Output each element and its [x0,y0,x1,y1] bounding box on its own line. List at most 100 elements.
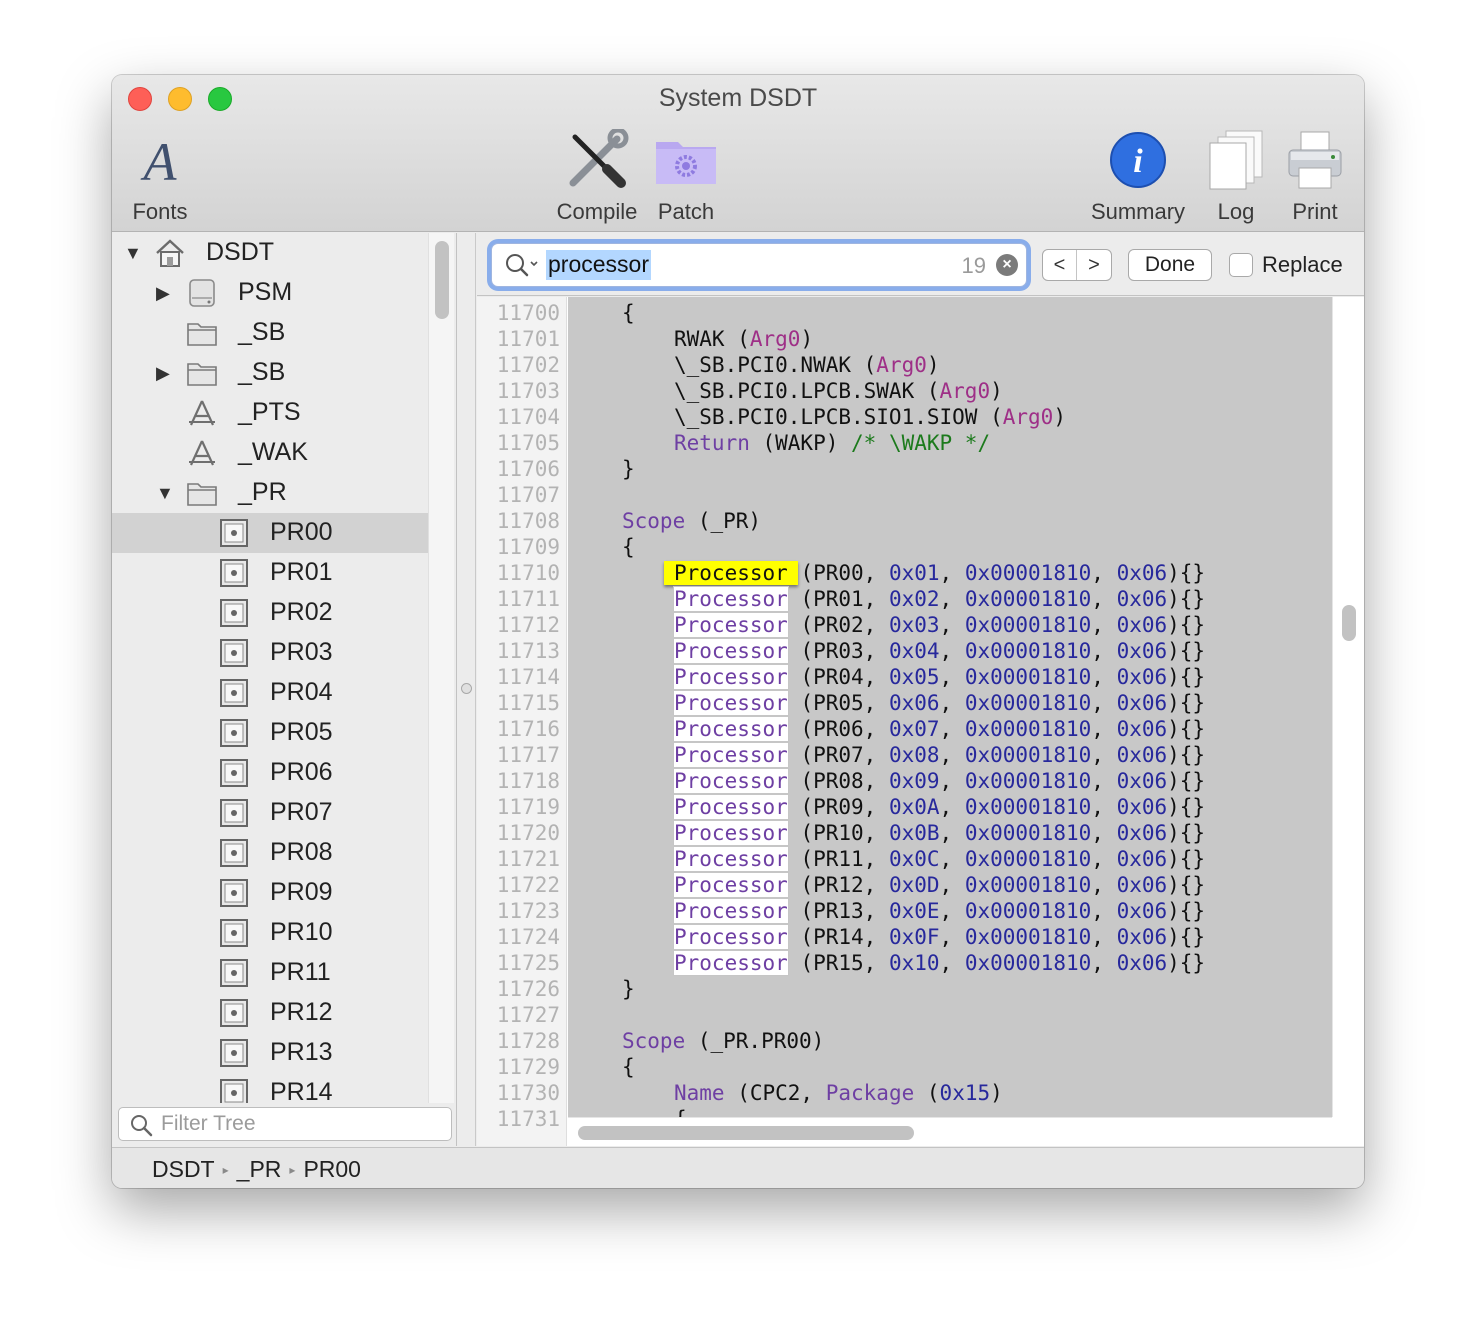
code-line[interactable]: } [622,456,635,482]
tree-row[interactable]: ▶ PSM [112,273,428,313]
code-token: ) [990,1081,1003,1105]
code-token: (PR07, [787,743,889,767]
editor-vertical-scrollbar[interactable] [1332,297,1364,1117]
code-line[interactable]: Return (WAKP) /* \WAKP */ [674,430,990,456]
find-field[interactable]: processor 19 × [491,243,1027,287]
code-line[interactable]: Processor (PR07, 0x08, 0x00001810, 0x06)… [674,742,1205,768]
code-line[interactable]: Processor (PR00, 0x01, 0x00001810, 0x06)… [664,560,1205,586]
divider-handle[interactable] [461,683,472,694]
compile-button[interactable]: Compile [552,127,642,225]
sidebar-scrollbar[interactable] [428,233,454,1103]
done-button[interactable]: Done [1128,249,1212,281]
clear-search-icon[interactable]: × [996,254,1018,276]
code-line[interactable]: Scope (_PR) [622,508,761,534]
sidebar-scroll-thumb[interactable] [435,241,449,319]
breadcrumb-item[interactable]: PR00 [303,1156,361,1183]
code-token: ){} [1167,873,1206,897]
tree-row[interactable]: PR07 [112,793,428,833]
code-line[interactable]: \_SB.PCI0.LPCB.SWAK (Arg0) [674,378,1003,404]
print-button[interactable]: Print [1284,127,1346,225]
folder-icon [186,358,218,388]
tree-row[interactable]: PR06 [112,753,428,793]
code-token: 0x06 [1116,899,1168,923]
replace-checkbox[interactable] [1229,253,1253,277]
code-token: (PR09, [787,795,889,819]
code-line[interactable]: Processor (PR09, 0x0A, 0x00001810, 0x06)… [674,794,1205,820]
tree-row[interactable]: PR02 [112,593,428,633]
disclosure-expanded-icon[interactable]: ▼ [156,483,174,504]
code-line[interactable]: Processor (PR10, 0x0B, 0x00001810, 0x06)… [674,820,1205,846]
code-line[interactable]: Processor (PR03, 0x04, 0x00001810, 0x06)… [674,638,1205,664]
patch-button[interactable]: Patch [652,127,720,225]
editor-vertical-scroll-thumb[interactable] [1342,605,1356,641]
tree-row[interactable]: PR03 [112,633,428,673]
processor-icon [218,958,250,988]
previous-match-button[interactable]: < [1043,250,1078,280]
search-menu-icon[interactable] [504,252,540,283]
next-match-button[interactable]: > [1077,250,1111,280]
code-line[interactable]: { [674,1106,687,1117]
tree-row[interactable]: PR09 [112,873,428,913]
tree-row[interactable]: PR10 [112,913,428,953]
split-view-divider[interactable] [458,233,476,1146]
disclosure-expanded-icon[interactable]: ▼ [124,243,142,264]
breadcrumb-item[interactable]: DSDT [152,1156,215,1183]
tree-row[interactable]: PR11 [112,953,428,993]
fonts-button[interactable]: A Fonts [130,127,190,225]
code-line[interactable]: { [622,534,635,560]
code-line[interactable]: { [622,300,635,326]
code-text-area[interactable]: {RWAK (Arg0) \_SB.PCI0.NWAK (Arg0) \_SB.PC… [568,297,1332,1117]
tree-row[interactable]: _PTS [112,393,428,433]
code-token: 0x06 [1116,561,1168,585]
code-token: (PR10, [787,821,889,845]
code-line[interactable]: Processor (PR02, 0x03, 0x00001810, 0x06)… [674,612,1205,638]
tree-row[interactable]: PR01 [112,553,428,593]
code-line[interactable]: Processor (PR04, 0x05, 0x00001810, 0x06)… [674,664,1205,690]
search-match: Processor [674,639,788,663]
code-line[interactable]: Scope (_PR.PR00) [622,1028,824,1054]
code-line[interactable]: \_SB.PCI0.LPCB.SIO1.SIOW (Arg0) [674,404,1066,430]
code-line[interactable]: RWAK (Arg0) [674,326,813,352]
tree-row[interactable]: ▼ _PR [112,473,428,513]
summary-button[interactable]: i Summary [1086,127,1190,225]
tree-row[interactable]: PR00 [112,513,428,553]
code-line[interactable]: Processor (PR14, 0x0F, 0x00001810, 0x06)… [674,924,1205,950]
tree-row[interactable]: PR08 [112,833,428,873]
code-line[interactable]: { [622,1054,635,1080]
code-token: 0x00001810 [964,587,1092,611]
tree-row[interactable]: PR05 [112,713,428,753]
editor-horizontal-scrollbar[interactable] [568,1117,1332,1146]
tree-row[interactable]: PR04 [112,673,428,713]
code-token: , [1091,821,1117,845]
code-line[interactable]: } [622,976,635,1002]
filter-tree-field[interactable] [118,1107,452,1141]
code-line[interactable]: Processor (PR05, 0x06, 0x00001810, 0x06)… [674,690,1205,716]
code-line[interactable]: Processor (PR08, 0x09, 0x00001810, 0x06)… [674,768,1205,794]
breadcrumb-item[interactable]: _PR [237,1156,282,1183]
code-token: , [1091,665,1117,689]
filter-tree-input[interactable] [161,1111,441,1137]
log-button[interactable]: Log [1206,127,1266,225]
code-editor[interactable]: 11700 11701 11702 11703 11704 11705 11706 11707… [477,297,1364,1146]
code-line[interactable]: Processor (PR11, 0x0C, 0x00001810, 0x06)… [674,846,1205,872]
editor-horizontal-scroll-thumb[interactable] [578,1126,914,1140]
tree-row[interactable]: PR14 [112,1073,428,1103]
tree-row[interactable]: PR12 [112,993,428,1033]
search-match: Processor [674,587,788,611]
tree-row[interactable]: PR13 [112,1033,428,1073]
code-line[interactable]: \_SB.PCI0.NWAK (Arg0) [674,352,940,378]
code-line[interactable]: Processor (PR12, 0x0D, 0x00001810, 0x06)… [674,872,1205,898]
code-line[interactable]: Processor (PR13, 0x0E, 0x00001810, 0x06)… [674,898,1205,924]
code-line[interactable]: Processor (PR01, 0x02, 0x00001810, 0x06)… [674,586,1205,612]
code-line[interactable]: Processor (PR15, 0x10, 0x00001810, 0x06)… [674,950,1205,976]
find-query-text[interactable]: processor [546,250,651,280]
log-label: Log [1217,199,1255,224]
disclosure-collapsed-icon[interactable]: ▶ [156,363,170,384]
code-line[interactable]: Processor (PR06, 0x07, 0x00001810, 0x06)… [674,716,1205,742]
disclosure-collapsed-icon[interactable]: ▶ [156,283,170,304]
tree-row[interactable]: ▶ _SB [112,353,428,393]
tree-row[interactable]: _WAK [112,433,428,473]
code-line[interactable]: Name (CPC2, Package (0x15) [674,1080,1003,1106]
tree-row[interactable]: _SB [112,313,428,353]
tree-row[interactable]: ▼ DSDT [112,233,428,273]
